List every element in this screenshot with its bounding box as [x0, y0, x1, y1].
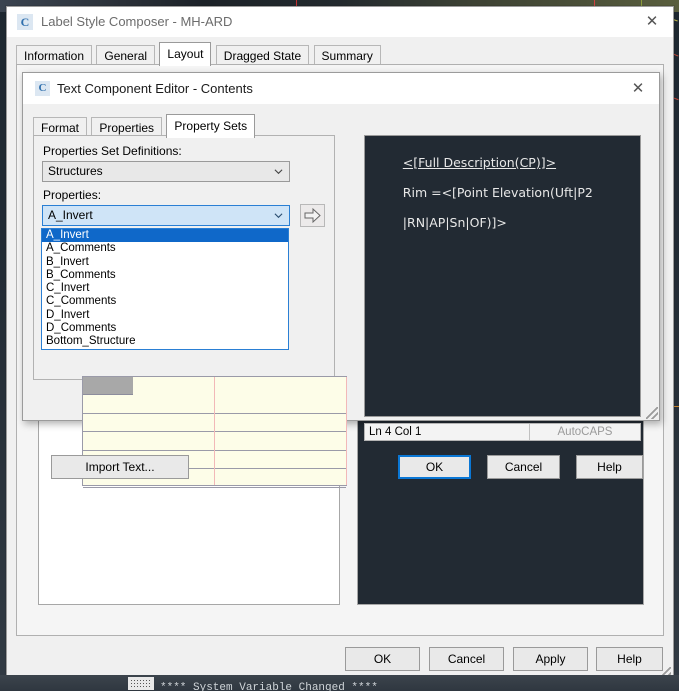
screen-root: C Label Style Composer - MH-ARD ✕ Inform… — [0, 0, 679, 691]
label-text-editor[interactable]: <[Full Description(CP)]> Rim =<[Point El… — [364, 135, 641, 417]
chevron-down-icon — [274, 213, 283, 219]
command-line-text: **** System Variable Changed **** — [160, 682, 378, 691]
resize-grip[interactable] — [646, 407, 658, 419]
editor-line-3: |RN|AP|Sn|OF)]> — [402, 215, 507, 230]
cancel-button[interactable]: Cancel — [487, 455, 560, 479]
tab-information[interactable]: Information — [16, 45, 93, 66]
outer-tabstrip: Information General Layout Dragged State… — [16, 42, 382, 66]
tab-property-sets[interactable]: Property Sets — [166, 114, 256, 138]
list-item[interactable]: Bottom_Structure — [42, 335, 288, 348]
list-item[interactable]: B_Comments — [42, 269, 288, 282]
taskbar: **** System Variable Changed **** — [0, 675, 679, 691]
tab-general[interactable]: General — [96, 45, 156, 66]
mini-table-header — [83, 377, 133, 395]
inner-tabstrip: Format Properties Property Sets — [33, 114, 256, 138]
properties-label: Properties: — [43, 188, 102, 202]
inner-button-row: Import Text... OK Cancel Help — [23, 455, 659, 480]
properties-combo-value: A_Invert — [48, 208, 93, 222]
ok-button[interactable]: OK — [398, 455, 471, 479]
keyboard-icon[interactable] — [128, 677, 154, 690]
property-set-definitions-value: Structures — [48, 164, 103, 178]
editor-line-2: Rim =<[Point Elevation(Uft|P2 — [402, 185, 593, 200]
outer-window-title: Label Style Composer - MH-ARD — [41, 14, 233, 29]
ok-button[interactable]: OK — [345, 647, 420, 671]
property-set-definitions-label: Properties Set Definitions: — [43, 144, 182, 158]
outer-button-row: OK Cancel Apply Help — [7, 647, 673, 671]
editor-line-1: <[Full Description(CP)]> — [402, 155, 557, 170]
outer-titlebar: C Label Style Composer - MH-ARD ✕ — [7, 7, 673, 38]
properties-combo[interactable]: A_Invert — [42, 205, 290, 226]
civil3d-c-icon: C — [35, 81, 50, 96]
property-set-definitions-combo[interactable]: Structures — [42, 161, 290, 182]
apply-button[interactable]: Apply — [513, 647, 588, 671]
import-text-button[interactable]: Import Text... — [51, 455, 189, 479]
inner-titlebar: C Text Component Editor - Contents ✕ — [23, 73, 659, 104]
list-item[interactable]: D_Invert — [42, 309, 288, 322]
inner-window-title: Text Component Editor - Contents — [57, 81, 253, 96]
chevron-down-icon — [274, 169, 283, 175]
list-item[interactable]: D_Comments — [42, 322, 288, 335]
tab-summary[interactable]: Summary — [313, 45, 381, 66]
list-item[interactable]: C_Invert — [42, 282, 288, 295]
insert-arrow-icon — [304, 207, 321, 224]
properties-dropdown-list[interactable]: A_Invert A_Comments B_Invert B_Comments … — [41, 228, 289, 350]
close-icon[interactable]: ✕ — [617, 73, 659, 104]
cancel-button[interactable]: Cancel — [429, 647, 504, 671]
editor-status-bar: Ln 4 Col 1 AutoCAPS — [364, 423, 641, 441]
autocaps-indicator[interactable]: AutoCAPS — [530, 424, 640, 440]
list-item[interactable]: C_Comments — [42, 295, 288, 308]
insert-property-button[interactable] — [300, 204, 325, 227]
editor-content: <[Full Description(CP)]> Rim =<[Point El… — [371, 140, 636, 245]
close-icon[interactable]: ✕ — [631, 7, 673, 37]
text-component-editor-dialog: C Text Component Editor - Contents ✕ For… — [22, 72, 660, 488]
tab-layout[interactable]: Layout — [159, 42, 212, 66]
list-item[interactable]: A_Comments — [42, 242, 288, 255]
tab-dragged-state[interactable]: Dragged State — [215, 45, 310, 66]
help-button[interactable]: Help — [596, 647, 663, 671]
list-item[interactable]: B_Invert — [42, 256, 288, 269]
help-button[interactable]: Help — [576, 455, 643, 479]
list-item[interactable]: A_Invert — [42, 229, 288, 243]
caret-position: Ln 4 Col 1 — [365, 424, 530, 440]
civil3d-c-icon: C — [17, 14, 33, 30]
